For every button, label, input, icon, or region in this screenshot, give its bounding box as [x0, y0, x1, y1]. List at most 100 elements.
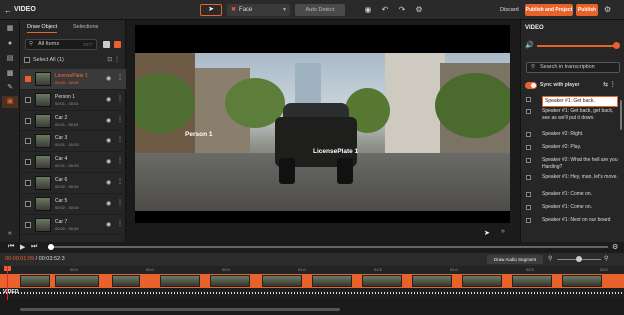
redo-icon[interactable]: ↷: [396, 4, 408, 16]
collapse-icon[interactable]: «: [6, 230, 14, 238]
object-checkbox[interactable]: [25, 138, 31, 145]
transcription-search-input[interactable]: ⚲ Search in transcription: [526, 62, 620, 73]
publish-and-project-button[interactable]: Publish and Project: [525, 4, 573, 16]
layers-icon[interactable]: ▤: [6, 55, 14, 63]
object-item[interactable]: Car 2 00:01 - 00:01 ◉ ⋮: [20, 111, 126, 132]
skip-forward-icon[interactable]: ⏭: [31, 243, 37, 251]
publish-button[interactable]: Publish: [576, 4, 598, 16]
object-checkbox[interactable]: [25, 117, 31, 124]
object-item[interactable]: Car 6 00:02 - 00:04 ◉ ⋮: [20, 173, 126, 194]
seek-bar[interactable]: [48, 244, 608, 250]
discard-button[interactable]: Discard: [500, 7, 519, 13]
video-player[interactable]: Person 1 LicensePlate 1: [135, 25, 510, 223]
transcript-item[interactable]: Speaker #1: Get back.: [521, 96, 621, 108]
edit-icon[interactable]: ✎: [6, 84, 14, 92]
settings-icon[interactable]: ⚙: [604, 5, 611, 14]
object-checkbox[interactable]: [25, 76, 31, 82]
audio-track[interactable]: VIDEO: [0, 288, 624, 298]
eye-icon[interactable]: ◉: [106, 117, 111, 124]
object-item[interactable]: Car 5 00:02 - 00:04 ◉ ⋮: [20, 194, 126, 215]
file-icon[interactable]: ▦: [6, 25, 14, 33]
transcript-item[interactable]: Speaker #1: Come on.: [521, 204, 621, 217]
timeline-ruler[interactable]: 00:5 00:0 00:5 01:0 01:5 02:0 02:5 03:0: [0, 266, 624, 274]
transcript-item[interactable]: Speaker #1: Hey, man, let's move.: [521, 174, 621, 191]
back-arrow-icon[interactable]: ←: [4, 6, 12, 15]
object-item[interactable]: Car 7 00:02 - 00:04 ◉ ⋮: [20, 215, 126, 236]
filter-icon[interactable]: [114, 41, 121, 48]
gear-icon[interactable]: ⚙: [413, 4, 425, 16]
object-item[interactable]: Person 1 00:01 - 00:01 ◉ ⋮: [20, 90, 126, 111]
more-icon[interactable]: ⋮: [117, 116, 123, 123]
shape-dropdown[interactable]: ✖ Face ▾: [227, 4, 290, 16]
object-checkbox[interactable]: [25, 221, 31, 228]
volume-slider[interactable]: 🔊: [525, 42, 621, 50]
select-all-row[interactable]: Select All (1) ⊡ ⋮: [24, 56, 122, 65]
select-actions-icons[interactable]: ⊡ ⋮: [107, 56, 120, 65]
object-checkbox[interactable]: [25, 179, 31, 186]
object-checkbox[interactable]: [25, 96, 31, 103]
undo-icon[interactable]: ↶: [379, 4, 391, 16]
more-icon[interactable]: ⋮: [117, 74, 123, 81]
expand-panel-icon[interactable]: »: [501, 228, 505, 235]
transcript-item[interactable]: Speaker #1: Come on.: [521, 191, 621, 204]
snapshot-icon[interactable]: ◉: [362, 4, 374, 16]
transcript-checkbox[interactable]: [526, 158, 531, 163]
play-icon[interactable]: ▶: [20, 243, 25, 251]
transcript-item[interactable]: Speaker #2: Play.: [521, 144, 621, 157]
object-item[interactable]: Car 4 00:01 - 00:03 ◉ ⋮: [20, 152, 126, 173]
transcript-item[interactable]: Speaker #2: Right.: [521, 131, 621, 144]
eye-icon[interactable]: ◉: [106, 221, 111, 228]
transcript-checkbox[interactable]: [526, 218, 531, 223]
timeline-scrollbar[interactable]: [0, 300, 624, 315]
draw-audio-segment-button[interactable]: Draw Audio Segment: [487, 255, 543, 264]
transcript-item[interactable]: Speaker #2: What the hell are you Hardin…: [521, 157, 621, 174]
zoom-in-icon[interactable]: ⚲: [604, 255, 608, 262]
auto-detect-button[interactable]: Auto Detect: [295, 4, 345, 16]
skip-back-icon[interactable]: ⏮: [8, 243, 14, 251]
print-icon[interactable]: ▩: [6, 70, 14, 78]
more-icon[interactable]: ⋮: [117, 178, 123, 185]
translate-icon[interactable]: ⇆ ⋮: [603, 81, 616, 90]
object-item[interactable]: LicensePlate 1 00:00 - 00:05 ◉ ⋮: [20, 69, 126, 90]
select-all-checkbox[interactable]: [24, 56, 30, 63]
transcript-checkbox[interactable]: [526, 109, 531, 114]
sync-toggle[interactable]: [525, 82, 537, 89]
eye-icon[interactable]: ◉: [106, 158, 111, 165]
transcript-checkbox[interactable]: [526, 192, 531, 197]
transcript-checkbox[interactable]: [526, 97, 531, 102]
transcript-checkbox[interactable]: [526, 205, 531, 210]
tab-draw-object[interactable]: Draw Object: [27, 24, 58, 33]
eye-icon[interactable]: ◉: [106, 137, 111, 144]
object-item[interactable]: Car 3 00:01 - 00:03 ◉ ⋮: [20, 131, 126, 153]
transcript-checkbox[interactable]: [526, 175, 531, 180]
transcript-item[interactable]: Speaker #1: Next on our board: [521, 217, 621, 225]
objects-search-input[interactable]: ⚲ All Items 2077: [25, 39, 97, 50]
pointer-tool-button[interactable]: ➤: [200, 4, 222, 16]
transcript-item[interactable]: Speaker #1: Get back, get back, see as w…: [521, 108, 621, 131]
transcript-scrollbar[interactable]: [620, 100, 622, 130]
object-checkbox[interactable]: [25, 159, 31, 166]
timeline-zoom[interactable]: ⚲ ⚲: [548, 255, 610, 264]
more-icon[interactable]: ⋮: [117, 95, 123, 102]
eye-icon[interactable]: ◉: [106, 179, 111, 186]
transcript-text[interactable]: Speaker #1: Get back.: [542, 96, 618, 107]
more-icon[interactable]: ⋮: [117, 220, 123, 227]
eye-icon[interactable]: ◉: [106, 200, 111, 207]
transcript-checkbox[interactable]: [526, 145, 531, 150]
more-icon[interactable]: ⋮: [117, 157, 123, 164]
transcript-checkbox[interactable]: [526, 132, 531, 137]
redact-icon[interactable]: ▣: [2, 96, 18, 108]
zoom-out-icon[interactable]: ⚲: [548, 255, 552, 262]
object-checkbox[interactable]: [25, 200, 31, 207]
seek-knob[interactable]: [48, 244, 54, 250]
eye-icon[interactable]: ◉: [106, 96, 111, 103]
more-icon[interactable]: ⋮: [117, 136, 123, 143]
eye-icon[interactable]: ◉: [106, 75, 111, 82]
info-icon[interactable]: ●: [6, 40, 14, 48]
video-track[interactable]: [0, 274, 624, 288]
grid-view-icon[interactable]: [103, 41, 110, 48]
gear-icon[interactable]: ⚙: [612, 243, 618, 251]
zoom-knob[interactable]: [576, 256, 582, 262]
more-icon[interactable]: ⋮: [117, 199, 123, 206]
tab-selections[interactable]: Selections: [73, 24, 98, 30]
